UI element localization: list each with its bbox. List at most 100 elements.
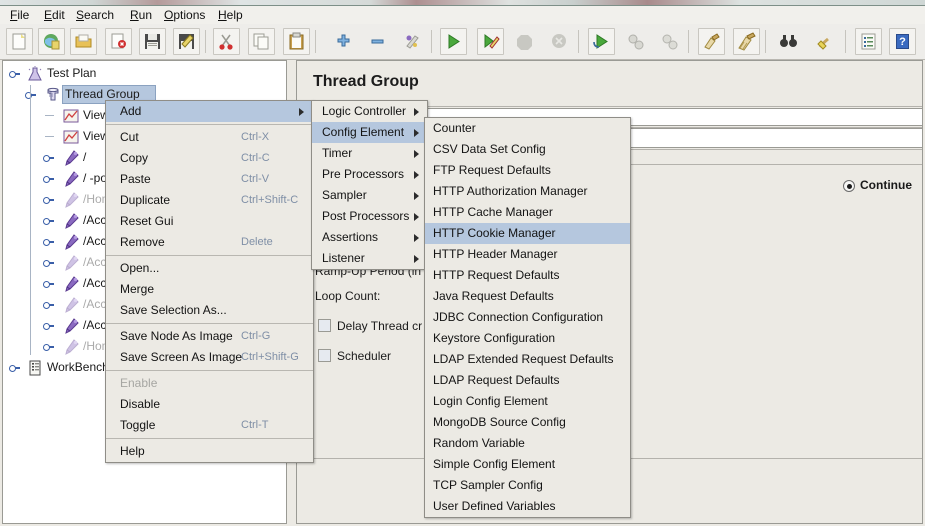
toolbar-help-button[interactable]: ? [889,28,916,55]
menu-item-label: Remove [120,235,165,249]
menubar-item-search[interactable]: Search [70,7,120,23]
menu-item-random-variable[interactable]: Random Variable [425,433,630,454]
menu-item-counter[interactable]: Counter [425,118,630,139]
toolbar-save-as-button[interactable] [173,28,200,55]
toolbar-function-helper-button[interactable] [855,28,882,55]
menu-item-user-defined-variables[interactable]: User Defined Variables [425,496,630,517]
menubar-item-help[interactable]: Help [212,7,249,23]
menu-item-cut[interactable]: Cut Ctrl-X [106,127,313,148]
toolbar-cut-button[interactable] [213,28,240,55]
menu-item-label: Toggle [120,418,156,432]
toolbar-search-reset-button[interactable] [812,28,839,55]
tree-expander-icon[interactable] [9,362,20,373]
toolbar-remote-start-button[interactable] [588,28,615,55]
menu-item-timer[interactable]: Timer [312,143,427,164]
menu-item-label: TCP Sampler Config [433,478,543,492]
menu-item-open[interactable]: Open... [106,258,313,279]
toolbar-clear-all-button[interactable] [733,28,760,55]
menubar-item-options[interactable]: Options [158,7,211,23]
menu-item-pre-processors[interactable]: Pre Processors [312,164,427,185]
toolbar-templates-button[interactable] [38,28,65,55]
toolbar-search-button[interactable] [775,28,802,55]
menu-item-http-request-defaults[interactable]: HTTP Request Defaults [425,265,630,286]
toolbar-stop-button[interactable] [511,28,538,55]
toolbar-save-button[interactable] [139,28,166,55]
toolbar-open-button[interactable] [70,28,97,55]
toolbar-start-button[interactable] [440,28,467,55]
menu-item-add[interactable]: Add [106,101,313,122]
menu-item-save-node-as-image[interactable]: Save Node As Image Ctrl-G [106,326,313,347]
menu-item-merge[interactable]: Merge [106,279,313,300]
menubar-item-run[interactable]: Run [124,7,158,23]
toolbar-paste-button[interactable] [283,28,310,55]
add-submenu[interactable]: Logic Controller Config Element Timer Pre P… [311,100,428,270]
menu-item-http-cache-manager[interactable]: HTTP Cache Manager [425,202,630,223]
menu-item-assertions[interactable]: Assertions [312,227,427,248]
menu-item-ldap-request-defaults[interactable]: LDAP Request Defaults [425,370,630,391]
tree-context-menu[interactable]: Add Cut Ctrl-X Copy Ctrl-C Paste Ctrl-V Duplica… [105,100,314,463]
toolbar-copy-button[interactable] [248,28,275,55]
menu-item-ldap-extended-request-defaults[interactable]: LDAP Extended Request Defaults [425,349,630,370]
menubar-item-file[interactable]: File [4,7,35,23]
toolbar-remote-stop-button[interactable] [622,28,649,55]
tree-expander-icon[interactable] [43,152,54,163]
menu-item-save-selection-as[interactable]: Save Selection As... [106,300,313,321]
menu-item-reset-gui[interactable]: Reset Gui [106,211,313,232]
menu-item-toggle[interactable]: Toggle Ctrl-T [106,415,313,436]
menu-item-help[interactable]: Help [106,441,313,462]
menu-item-simple-config-element[interactable]: Simple Config Element [425,454,630,475]
menu-item-jdbc-connection-configuration[interactable]: JDBC Connection Configuration [425,307,630,328]
http-sampler-icon [63,213,79,229]
toolbar-toggle-button[interactable] [399,28,426,55]
toolbar-remote-shutdown-button[interactable] [656,28,683,55]
toolbar-expand-all-button[interactable] [330,28,357,55]
menu-item-login-config-element[interactable]: Login Config Element [425,391,630,412]
tree-expander-icon[interactable] [43,194,54,205]
tree-expander-icon[interactable] [43,257,54,268]
toolbar-shutdown-button[interactable] [546,28,573,55]
tree-expander-icon[interactable] [43,278,54,289]
menu-item-save-screen-as-image[interactable]: Save Screen As Image Ctrl+Shift-G [106,347,313,368]
scheduler-checkbox[interactable] [318,349,331,362]
menubar-item-edit[interactable]: Edit [38,7,71,23]
continue-radio[interactable] [843,180,855,192]
tree-expander-icon[interactable] [43,215,54,226]
menu-item-listener[interactable]: Listener [312,248,427,269]
tree-expander-icon[interactable] [43,341,54,352]
tree-expander-icon[interactable] [43,320,54,331]
menu-item-http-authorization-manager[interactable]: HTTP Authorization Manager [425,181,630,202]
menu-item-disable[interactable]: Disable [106,394,313,415]
menu-item-paste[interactable]: Paste Ctrl-V [106,169,313,190]
tree-expander-icon[interactable] [43,236,54,247]
menu-item-post-processors[interactable]: Post Processors [312,206,427,227]
tree-node[interactable]: Test Plan [3,63,286,84]
menu-item-copy[interactable]: Copy Ctrl-C [106,148,313,169]
menu-item-keystore-configuration[interactable]: Keystore Configuration [425,328,630,349]
tree-expander-icon[interactable] [43,299,54,310]
toolbar-new-button[interactable] [6,28,33,55]
menu-item-csv-data-set-config[interactable]: CSV Data Set Config [425,139,630,160]
menu-item-config-element[interactable]: Config Element [312,122,427,143]
toolbar-close-button[interactable] [105,28,132,55]
config-element-submenu[interactable]: Counter CSV Data Set Config FTP Request De… [424,117,631,518]
toolbar-collapse-all-button[interactable] [364,28,391,55]
menu-item-ftp-request-defaults[interactable]: FTP Request Defaults [425,160,630,181]
menu-item-mongodb-source-config[interactable]: MongoDB Source Config [425,412,630,433]
delay-thread-checkbox[interactable] [318,319,331,332]
tree-expander-icon[interactable] [9,68,20,79]
delay-thread-label: Delay Thread cr [337,319,423,333]
page-title: Thread Group [313,73,419,90]
toolbar-start-no-pauses-button[interactable] [477,28,504,55]
menu-item-java-request-defaults[interactable]: Java Request Defaults [425,286,630,307]
menu-item-http-cookie-manager[interactable]: HTTP Cookie Manager [425,223,630,244]
menu-item-sampler[interactable]: Sampler [312,185,427,206]
menu-item-remove[interactable]: Remove Delete [106,232,313,253]
menu-item-tcp-sampler-config[interactable]: TCP Sampler Config [425,475,630,496]
menu-separator [106,255,313,256]
menu-item-http-header-manager[interactable]: HTTP Header Manager [425,244,630,265]
menu-item-logic-controller[interactable]: Logic Controller [312,101,427,122]
http-sampler-icon [63,339,79,355]
menu-item-duplicate[interactable]: Duplicate Ctrl+Shift-C [106,190,313,211]
tree-expander-icon[interactable] [43,173,54,184]
toolbar-clear-button[interactable] [698,28,725,55]
